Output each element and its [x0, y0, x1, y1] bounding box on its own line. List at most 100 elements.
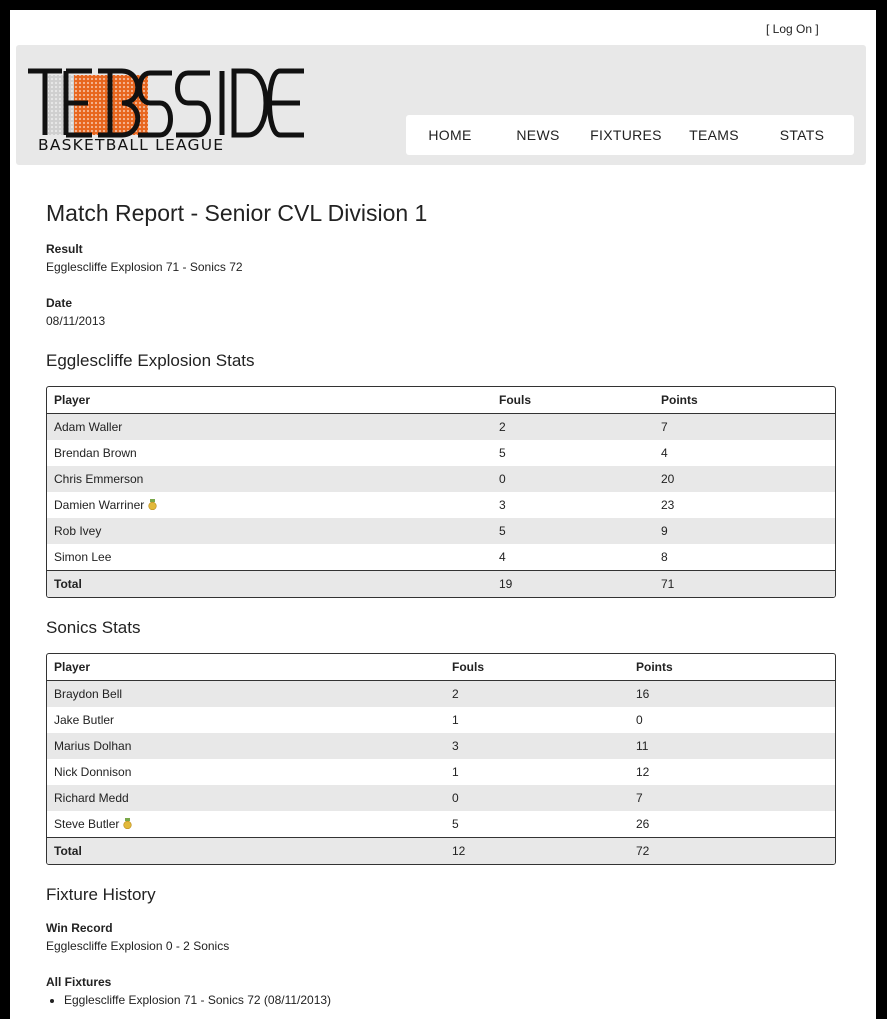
login-link[interactable]: [ Log On ]	[766, 22, 819, 36]
total-label: Total	[47, 837, 445, 864]
away-stats-title: Sonics Stats	[46, 618, 141, 637]
table-header-row: Player Fouls Points	[47, 387, 835, 414]
column-header-player: Player	[47, 654, 445, 681]
main-content: Match Report - Senior CVL Division 1 Res…	[46, 200, 836, 1008]
points-cell: 8	[654, 544, 835, 570]
table-row: Damien Warriner 3 23	[47, 492, 835, 518]
total-label: Total	[47, 570, 492, 597]
fouls-cell: 5	[492, 518, 654, 544]
player-name: Nick Donnison	[54, 765, 132, 779]
player-name: Damien Warriner	[54, 498, 145, 512]
all-fixtures-label: All Fixtures	[46, 975, 112, 989]
home-stats-title: Egglescliffe Explosion Stats	[46, 351, 255, 370]
table-row: Brendan Brown 5 4	[47, 440, 835, 466]
column-header-fouls: Fouls	[492, 387, 654, 414]
player-name: Brendan Brown	[54, 446, 137, 460]
player-name: Jake Butler	[54, 713, 115, 727]
total-fouls: 12	[445, 837, 629, 864]
table-row: Jake Butler 1 0	[47, 707, 835, 733]
home-stats-table: Player Fouls Points Adam Waller 2 7 Brendan…	[46, 386, 836, 598]
table-row: Adam Waller 2 7	[47, 414, 835, 440]
player-name: Chris Emmerson	[54, 472, 144, 486]
away-stats-table: Player Fouls Points Braydon Bell 2 16 Jake …	[46, 653, 836, 865]
log-on-link[interactable]: [ Log On ]	[766, 22, 819, 36]
points-cell: 7	[654, 414, 835, 440]
points-cell: 7	[629, 785, 835, 811]
site-header: BASKETBALL LEAGUE HOME NEWS FIXTURES TEA…	[16, 45, 866, 165]
player-name: Richard Medd	[54, 791, 129, 805]
table-row: Chris Emmerson 0 20	[47, 466, 835, 492]
fouls-cell: 1	[445, 707, 629, 733]
points-cell: 20	[654, 466, 835, 492]
fouls-cell: 2	[445, 681, 629, 707]
fouls-cell: 0	[445, 785, 629, 811]
nav-teams[interactable]: TEAMS	[670, 127, 758, 143]
date-block: Date 08/11/2013	[46, 295, 836, 329]
fixture-item[interactable]: Egglescliffe Explosion 71 - Sonics 72 (0…	[64, 992, 836, 1008]
fouls-cell: 2	[492, 414, 654, 440]
date-value: 08/11/2013	[46, 314, 106, 328]
nav-fixtures[interactable]: FIXTURES	[582, 127, 670, 143]
win-record-label: Win Record	[46, 921, 113, 935]
league-logo[interactable]: BASKETBALL LEAGUE	[26, 57, 306, 153]
points-cell: 23	[654, 492, 835, 518]
medal-icon	[123, 818, 132, 829]
total-fouls: 19	[492, 570, 654, 597]
player-name: Simon Lee	[54, 550, 112, 564]
points-cell: 26	[629, 811, 835, 837]
result-block: Result Egglescliffe Explosion 71 - Sonic…	[46, 241, 836, 275]
win-record-block: Win Record Egglescliffe Explosion 0 - 2 …	[46, 920, 836, 954]
fouls-cell: 0	[492, 466, 654, 492]
fouls-cell: 4	[492, 544, 654, 570]
table-row: Nick Donnison 1 12	[47, 759, 835, 785]
player-cell: Damien Warriner	[47, 492, 492, 518]
nav-home[interactable]: HOME	[406, 127, 494, 143]
table-header-row: Player Fouls Points	[47, 654, 835, 681]
player-name: Braydon Bell	[54, 687, 123, 701]
player-cell: Marius Dolhan	[47, 733, 445, 759]
page: [ Log On ] BASKETBALL LEAGUE HOME NEWS F…	[10, 10, 876, 1019]
player-cell: Richard Medd	[47, 785, 445, 811]
fouls-cell: 3	[492, 492, 654, 518]
points-cell: 12	[629, 759, 835, 785]
player-cell: Nick Donnison	[47, 759, 445, 785]
column-header-player: Player	[47, 387, 492, 414]
page-title: Match Report - Senior CVL Division 1	[46, 200, 428, 226]
column-header-points: Points	[629, 654, 835, 681]
player-name: Rob Ivey	[54, 524, 102, 538]
player-cell: Rob Ivey	[47, 518, 492, 544]
table-row: Simon Lee 4 8	[47, 544, 835, 570]
logo-subtext: BASKETBALL LEAGUE	[38, 136, 224, 153]
result-value: Egglescliffe Explosion 71 - Sonics 72	[46, 260, 243, 274]
player-cell: Braydon Bell	[47, 681, 445, 707]
player-name: Steve Butler	[54, 817, 120, 831]
player-cell: Adam Waller	[47, 414, 492, 440]
table-total-row: Total 19 71	[47, 570, 835, 597]
points-cell: 0	[629, 707, 835, 733]
win-record-value: Egglescliffe Explosion 0 - 2 Sonics	[46, 939, 230, 953]
points-cell: 16	[629, 681, 835, 707]
player-cell: Steve Butler	[47, 811, 445, 837]
column-header-fouls: Fouls	[445, 654, 629, 681]
nav-news[interactable]: NEWS	[494, 127, 582, 143]
table-row: Rob Ivey 5 9	[47, 518, 835, 544]
main-nav: HOME NEWS FIXTURES TEAMS STATS	[406, 115, 854, 155]
player-cell: Jake Butler	[47, 707, 445, 733]
player-name: Adam Waller	[54, 420, 123, 434]
fouls-cell: 3	[445, 733, 629, 759]
points-cell: 4	[654, 440, 835, 466]
player-cell: Simon Lee	[47, 544, 492, 570]
table-row: Richard Medd 0 7	[47, 785, 835, 811]
player-name: Marius Dolhan	[54, 739, 132, 753]
player-cell: Brendan Brown	[47, 440, 492, 466]
fouls-cell: 5	[445, 811, 629, 837]
total-points: 72	[629, 837, 835, 864]
fouls-cell: 5	[492, 440, 654, 466]
nav-stats[interactable]: STATS	[758, 127, 846, 143]
all-fixtures-block: All Fixtures Egglescliffe Explosion 71 -…	[46, 974, 836, 1008]
fouls-cell: 1	[445, 759, 629, 785]
points-cell: 11	[629, 733, 835, 759]
table-row: Marius Dolhan 3 11	[47, 733, 835, 759]
fixtures-list: Egglescliffe Explosion 71 - Sonics 72 (0…	[46, 992, 836, 1008]
result-label: Result	[46, 242, 83, 256]
